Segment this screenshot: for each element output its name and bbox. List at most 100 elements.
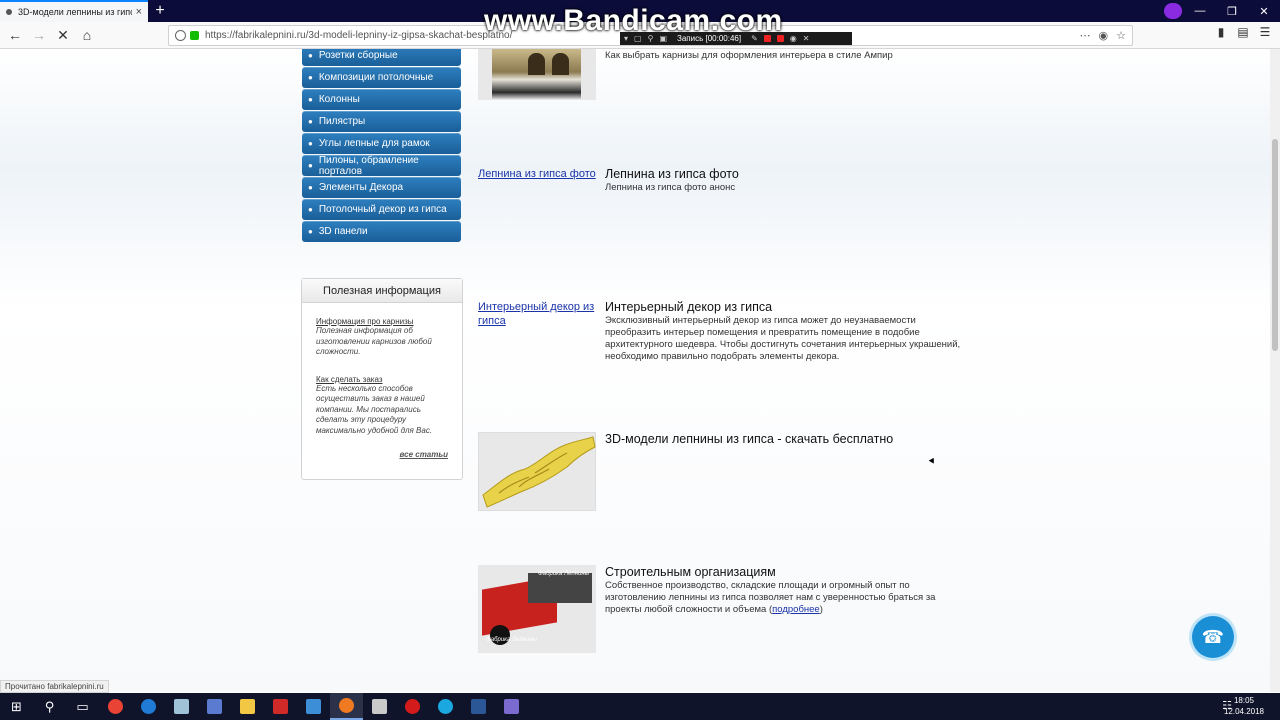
arch-shape: [552, 53, 569, 75]
article-thumbnail[interactable]: [478, 432, 596, 511]
app-logo: [174, 699, 189, 714]
app-icon[interactable]: [264, 693, 297, 720]
menu-item-kolonny[interactable]: ● Колонны: [302, 89, 461, 110]
article-thumbnail[interactable]: [478, 49, 596, 100]
bullet-icon: ●: [308, 117, 313, 126]
lock-icon: [190, 31, 199, 40]
menu-item-label: 3D панели: [318, 226, 368, 237]
page-scrollbar[interactable]: [1270, 49, 1280, 692]
menu-item-potolochnyj[interactable]: ● Потолочный декор из гипса: [302, 199, 461, 220]
start-icon[interactable]: ⊞: [0, 693, 33, 720]
search-icon[interactable]: ⚲: [33, 693, 66, 720]
menu-item-3d-paneli[interactable]: ● 3D панели: [302, 221, 461, 242]
phone-icon: ☎: [1201, 626, 1225, 647]
info-link-karnizy[interactable]: Информация про карнизы: [316, 317, 452, 326]
bullet-icon: ●: [308, 205, 313, 214]
recorder-pause-icon[interactable]: [763, 35, 771, 42]
cargo-shape: [528, 573, 592, 603]
sidebar-toggle-icon[interactable]: ▤: [1232, 25, 1254, 39]
article-text-end: ): [819, 604, 823, 615]
word-icon[interactable]: [462, 693, 495, 720]
app-logo: [504, 699, 519, 714]
menu-item-kompozicii[interactable]: ● Композиции потолочные: [302, 67, 461, 88]
word-logo: [471, 699, 486, 714]
app-icon[interactable]: [297, 693, 330, 720]
app-icon[interactable]: [363, 693, 396, 720]
info-link-zakaz[interactable]: Как сделать заказ: [316, 375, 452, 384]
tab-close-icon[interactable]: ×: [136, 6, 142, 18]
menu-item-ugly[interactable]: ● Углы лепные для рамок: [302, 133, 461, 154]
edge-icon[interactable]: [132, 693, 165, 720]
scrollbar-thumb[interactable]: [1272, 139, 1278, 351]
new-tab-button[interactable]: +: [148, 0, 172, 22]
recorder-screen-icon[interactable]: ▣: [659, 34, 667, 43]
all-articles-link[interactable]: все статьи: [399, 450, 448, 459]
windows-taskbar: ⊞ ⚲ ▭: [0, 693, 1280, 720]
recorder-toolbar: ▾ ▢ ⚲ ▣ Запись [00:00:46] ✎ ◉ ✕: [620, 32, 852, 45]
mouse-cursor: [928, 456, 937, 464]
article-text: Лепнина из гипса фото анонс: [605, 182, 736, 193]
close-window-button[interactable]: ✕: [1248, 5, 1280, 18]
menu-item-pilyastry[interactable]: ● Пилястры: [302, 111, 461, 132]
menu-item-label: Пилястры: [318, 116, 366, 127]
article-text: Как выбрать карнизы для оформления интер…: [605, 50, 893, 61]
menu-item-elementy[interactable]: ● Элементы Декора: [302, 177, 461, 198]
minimize-button[interactable]: —: [1184, 5, 1216, 17]
bullet-icon: ●: [308, 73, 313, 82]
app-icon[interactable]: [165, 693, 198, 720]
menu-item-rozetki[interactable]: ● Розетки сборные: [302, 49, 461, 66]
info-desc-karnizy: Полезная информация об изготовлении карн…: [316, 326, 432, 356]
article-title: 3D-модели лепнины из гипса - скачать бес…: [605, 432, 894, 446]
chrome-icon[interactable]: [99, 693, 132, 720]
bandicam-icon[interactable]: [396, 693, 429, 720]
app-icon[interactable]: [495, 693, 528, 720]
recorder-dropdown-icon[interactable]: ▾: [624, 34, 628, 43]
forward-icon[interactable]: →: [28, 24, 50, 46]
article-thumbnail[interactable]: Фабрика Лепнины Фабрика Лепнины: [478, 565, 596, 653]
useful-info-box: Полезная информация Информация про карни…: [301, 278, 463, 480]
stop-icon[interactable]: ✕: [52, 24, 74, 46]
browser-tab[interactable]: 3D-модели лепнины из гипса ×: [0, 0, 148, 22]
tab-title: 3D-модели лепнины из гипса: [18, 7, 132, 17]
recorder-pencil-icon[interactable]: ✎: [751, 34, 758, 43]
file-explorer-icon[interactable]: [231, 693, 264, 720]
app-logo: [207, 699, 222, 714]
back-icon[interactable]: ←: [4, 24, 26, 46]
app-icon[interactable]: [198, 693, 231, 720]
more-link[interactable]: подробнее: [772, 604, 820, 615]
recorder-stop-icon[interactable]: [776, 35, 784, 42]
firefox-icon[interactable]: [330, 693, 363, 720]
chrome-logo: [108, 699, 123, 714]
article-text: Эксклюзивный интерьерный декор из гипса …: [605, 315, 961, 362]
edge-logo: [141, 699, 156, 714]
bookmark-star-icon[interactable]: ☆: [1116, 29, 1126, 42]
bullet-icon: ●: [308, 227, 313, 236]
info-icon[interactable]: [175, 30, 186, 41]
menu-icon[interactable]: ☰: [1254, 25, 1276, 39]
recorder-camera-icon[interactable]: ◉: [790, 34, 797, 43]
article-image-link[interactable]: Интерьерный декор из гипса: [478, 300, 596, 328]
recorder-close-icon[interactable]: ✕: [803, 34, 810, 43]
app-logo: [306, 699, 321, 714]
menu-item-pilony[interactable]: ● Пилоны, обрамление порталов: [302, 155, 461, 177]
menu-item-label: Композиции потолочные: [318, 72, 434, 83]
private-browsing-icon: [1164, 3, 1182, 19]
recorder-status: Запись [00:00:46]: [677, 34, 742, 43]
menu-item-label: Потолочный декор из гипса: [318, 204, 447, 215]
article-image-link[interactable]: Лепнина из гипса фото: [478, 167, 596, 181]
callback-phone-button[interactable]: ☎: [1192, 616, 1234, 658]
pocket-icon[interactable]: ◉: [1099, 29, 1109, 42]
taskbar-clock[interactable]: 18:05 12.04.2018: [1224, 695, 1264, 717]
thumb-caption: Фабрика Лепнины: [486, 637, 538, 643]
recorder-window-icon[interactable]: ▢: [634, 34, 642, 43]
home-icon[interactable]: ⌂: [76, 24, 98, 46]
page-actions-icon[interactable]: ⋯: [1080, 29, 1091, 42]
article-text: Собственное производство, складские площ…: [605, 580, 970, 616]
bullet-icon: ●: [308, 183, 313, 192]
skype-icon[interactable]: [429, 693, 462, 720]
recorder-search-icon[interactable]: ⚲: [648, 34, 654, 43]
task-view-icon[interactable]: ▭: [66, 693, 99, 720]
library-icon[interactable]: ▮: [1210, 25, 1232, 39]
firefox-logo: [339, 698, 354, 713]
maximize-button[interactable]: ❐: [1216, 5, 1248, 18]
